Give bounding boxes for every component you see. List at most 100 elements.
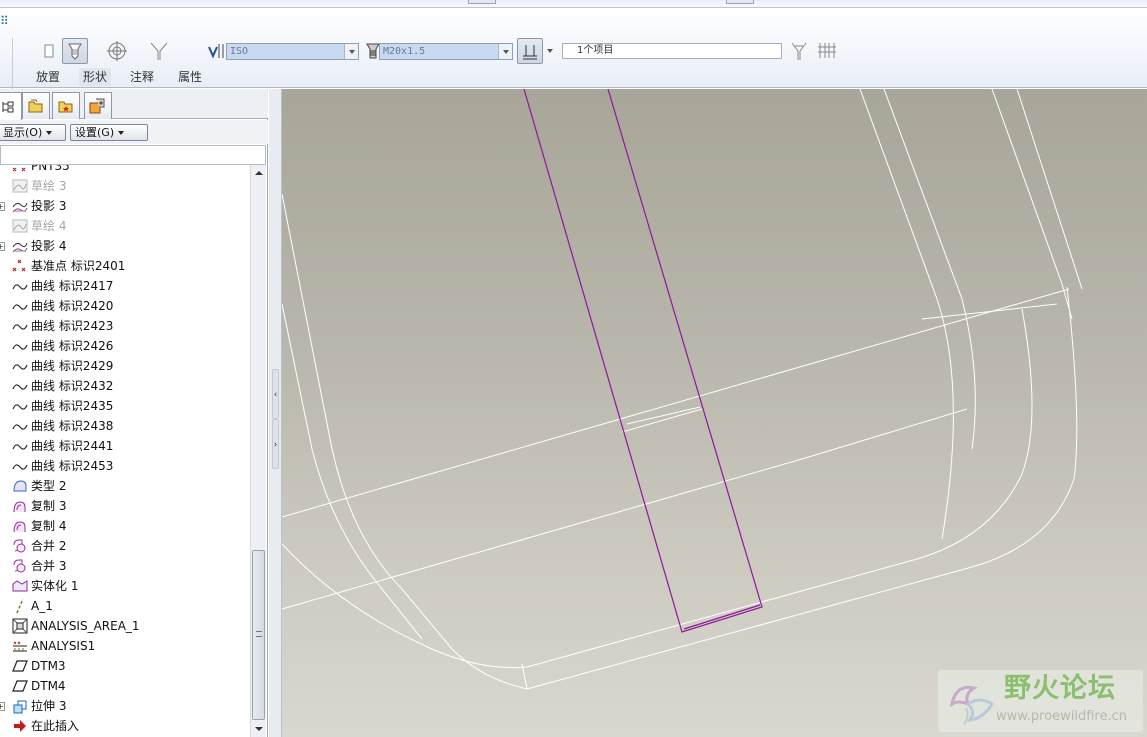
tree-node[interactable]: PNT35: [0, 165, 250, 176]
tree-node[interactable]: A_1: [0, 596, 250, 616]
expand-toggle-icon[interactable]: +: [0, 202, 5, 211]
curve-icon: [12, 458, 28, 474]
model-edge: [521, 663, 528, 690]
tree-node[interactable]: 基准点 标识2401: [0, 256, 250, 276]
copy-surface-icon: [12, 518, 28, 534]
tree-node[interactable]: 曲线 标识2429: [0, 356, 250, 376]
projection-icon: [12, 198, 28, 214]
chevron-down-icon[interactable]: [344, 44, 358, 59]
tree-node-label: 投影 4: [31, 239, 67, 253]
navigator-tabs: [0, 89, 268, 120]
connections-tab-icon[interactable]: [84, 92, 112, 119]
scroll-up-icon[interactable]: [251, 165, 266, 180]
model-edge: [621, 408, 703, 433]
tree-node-label: 曲线 标识2438: [31, 419, 114, 433]
model-tree-scrollbar[interactable]: [250, 165, 266, 737]
tree-node-label: 实体化 1: [31, 579, 79, 593]
collapse-left-icon[interactable]: ‹: [272, 369, 279, 419]
curve-icon: [12, 398, 28, 414]
tree-node-label: ANALYSIS_AREA_1: [31, 619, 140, 633]
tree-node[interactable]: 复制 3: [0, 496, 250, 516]
thread-surface-icon[interactable]: [814, 38, 840, 64]
tree-node[interactable]: 曲线 标识2438: [0, 416, 250, 436]
tree-node-label: PNT35: [31, 165, 70, 173]
tree-node-label: 复制 3: [31, 499, 67, 513]
tree-node-label: 曲线 标识2417: [31, 279, 114, 293]
tree-node-label: 曲线 标识2429: [31, 359, 114, 373]
scroll-down-icon[interactable]: [251, 721, 266, 736]
tree-node[interactable]: 曲线 标识2420: [0, 296, 250, 316]
tree-node[interactable]: 曲线 标识2426: [0, 336, 250, 356]
tree-node[interactable]: 复制 4: [0, 516, 250, 536]
tab-properties[interactable]: 属性: [174, 68, 206, 86]
tree-node[interactable]: 曲线 标识2453: [0, 456, 250, 476]
tree-node[interactable]: ANALYSIS1: [0, 636, 250, 656]
tree-node[interactable]: 类型 2: [0, 476, 250, 496]
countersink-icon[interactable]: [146, 38, 172, 64]
tree-node[interactable]: 实体化 1: [0, 576, 250, 596]
expand-toggle-icon[interactable]: +: [0, 242, 5, 251]
screw-size-combo[interactable]: M20x1.5: [379, 43, 513, 60]
favorites-tab-icon[interactable]: [52, 92, 80, 119]
tree-node[interactable]: ANALYSIS_AREA_1: [0, 616, 250, 636]
tree-node[interactable]: 在此插入: [0, 716, 250, 736]
model-edge: [859, 89, 954, 540]
tree-node[interactable]: 草绘 3: [0, 176, 250, 196]
expand-right-icon[interactable]: ›: [272, 419, 279, 469]
tree-node-label: 曲线 标识2432: [31, 379, 114, 393]
tree-node-label: DTM4: [31, 679, 66, 693]
chevron-down-icon[interactable]: [498, 44, 512, 59]
tree-node[interactable]: DTM3: [0, 656, 250, 676]
tree-node[interactable]: + 投影 3: [0, 196, 250, 216]
tree-node[interactable]: 曲线 标识2435: [0, 396, 250, 416]
wildfire-logo-icon: [949, 685, 994, 725]
tab-shape[interactable]: 形状: [79, 68, 112, 86]
tab-placement[interactable]: 放置: [32, 68, 64, 86]
thread-standard-combo[interactable]: ISO: [226, 43, 359, 60]
depth-option-icon[interactable]: [517, 38, 543, 64]
tree-node[interactable]: 草绘 4: [0, 216, 250, 236]
model-tree-toolbar: 显示(O) 设置(G): [0, 120, 268, 144]
model-edge: [526, 286, 1078, 690]
graphics-viewport[interactable]: [282, 89, 1147, 737]
expand-toggle-icon[interactable]: +: [0, 702, 5, 711]
tree-node[interactable]: 曲线 标识2441: [0, 436, 250, 456]
tree-node[interactable]: 合并 3: [0, 556, 250, 576]
simple-hole-icon[interactable]: [36, 38, 62, 64]
model-tree-filter-input[interactable]: [0, 145, 266, 165]
curve-icon: [12, 418, 28, 434]
tree-node[interactable]: 曲线 标识2432: [0, 376, 250, 396]
tree-node[interactable]: + 投影 4: [0, 236, 250, 256]
flip-direction-icon[interactable]: [786, 38, 812, 64]
settings-menu-button[interactable]: 设置(G): [70, 124, 148, 141]
folder-browser-tab-icon[interactable]: [22, 92, 50, 119]
tree-node[interactable]: 合并 2: [0, 536, 250, 556]
scrollbar-thumb[interactable]: [252, 550, 265, 720]
tree-node-label: 在此插入: [31, 719, 80, 733]
highlighted-hole-curve: [523, 89, 763, 633]
curve-icon: [12, 298, 28, 314]
tree-node[interactable]: DTM4: [0, 676, 250, 696]
standard-hole-icon[interactable]: [62, 38, 88, 64]
model-edge: [282, 288, 1070, 518]
solidify-icon: [12, 578, 28, 594]
tab-note[interactable]: 注释: [126, 68, 158, 86]
show-menu-button[interactable]: 显示(O): [0, 124, 66, 141]
tree-node-label: A_1: [31, 599, 53, 613]
projection-icon: [12, 238, 28, 254]
analysis-area-icon: [12, 618, 28, 634]
datum-point-icon: [12, 258, 28, 274]
tree-node-label: 曲线 标识2441: [31, 439, 114, 453]
model-tree-tab-icon[interactable]: [0, 92, 22, 120]
tree-node-label: 草绘 3: [31, 179, 67, 193]
tapped-hole-icon[interactable]: [104, 38, 130, 64]
panel-splitter[interactable]: ‹ ›: [269, 89, 282, 737]
top-nub: [726, 0, 754, 4]
model-edge: [921, 303, 1058, 320]
tree-node[interactable]: 曲线 标识2417: [0, 276, 250, 296]
tree-node[interactable]: 曲线 标识2423: [0, 316, 250, 336]
chevron-down-icon[interactable]: [542, 38, 558, 64]
placement-reference-field[interactable]: 1个项目: [562, 43, 782, 59]
tree-node[interactable]: + 拉伸 3: [0, 696, 250, 716]
tree-node-label: 草绘 4: [31, 219, 67, 233]
